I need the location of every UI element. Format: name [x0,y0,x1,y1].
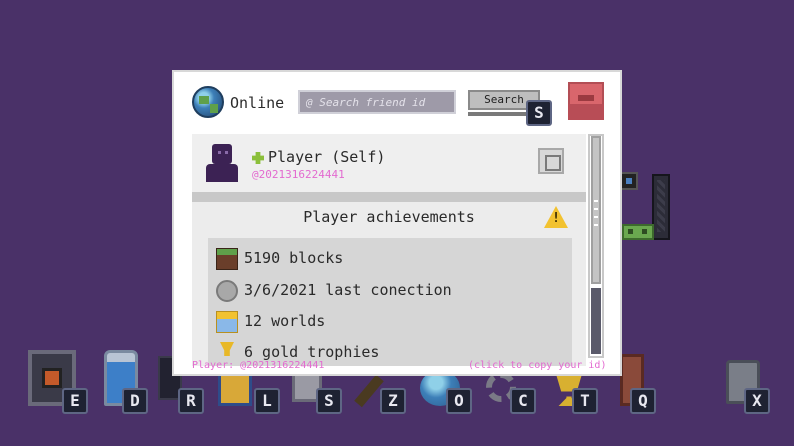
hotbar-slot-d[interactable]: D [100,344,162,414]
hotkey-x: X [744,388,770,414]
search-shortcut-key: S [526,100,552,126]
achievement-text: 3/6/2021 last conection [244,281,452,299]
gold-block-icon [218,372,252,406]
grass-block-icon [216,248,238,270]
globe-icon [192,86,224,118]
divider [192,192,586,202]
folder-icon [216,311,238,333]
footer-player-id: Player: @2021316224441 [192,360,325,371]
hotkey-s: S [316,388,342,414]
achievement-text: 5190 blocks [244,249,344,267]
close-button[interactable] [568,82,604,120]
scrollbar-thumb[interactable] [591,136,601,284]
hotkey-o: O [446,388,472,414]
search-friend-input[interactable] [298,90,456,114]
achievements-title: Player achievements [303,208,475,226]
hotbar-slot-e[interactable]: E [24,344,88,414]
copy-icon[interactable] [538,148,564,174]
hotkey-c: C [510,388,536,414]
scrollbar[interactable] [588,134,604,358]
hotkey-d: D [122,388,148,414]
hotkey-e: E [62,388,88,414]
list-item: 3/6/2021 last conection [216,278,566,304]
player-card: Player (Self) @2021316224441 [192,134,586,192]
hotkey-r: R [178,388,204,414]
hotkey-q: Q [630,388,656,414]
world-green-block [622,224,654,240]
scrollbar-lower-track [591,288,601,354]
world-screen-block [620,172,638,190]
online-status-label: Online [230,94,285,112]
hotkey-l: L [254,388,280,414]
player-name: Player (Self) [268,148,386,166]
player-id: @2021316224441 [252,168,345,181]
list-item: 12 worlds [216,309,566,335]
trophy-icon [220,342,234,356]
hotbar-slot-x[interactable]: X [720,344,782,414]
friends-panel: Online Search S Player (Self) @202131622… [172,70,622,376]
hotkey-z: Z [380,388,406,414]
achievements-header: Player achievements [192,202,586,234]
copy-id-link[interactable]: (click to copy your id) [468,360,606,371]
achievement-text: 12 worlds [244,312,326,330]
clock-icon [216,280,238,302]
achievement-text: 6 gold trophies [244,343,380,361]
hotkey-t: T [572,388,598,414]
achievements-list: 5190 blocks 3/6/2021 last conection 12 w… [208,238,572,366]
world-dark-block [652,174,670,240]
avatar [204,144,240,182]
list-item: 5190 blocks [216,246,566,272]
online-status-icon [252,152,264,164]
friends-scroll-area[interactable]: Player (Self) @2021316224441 Player achi… [192,134,586,366]
